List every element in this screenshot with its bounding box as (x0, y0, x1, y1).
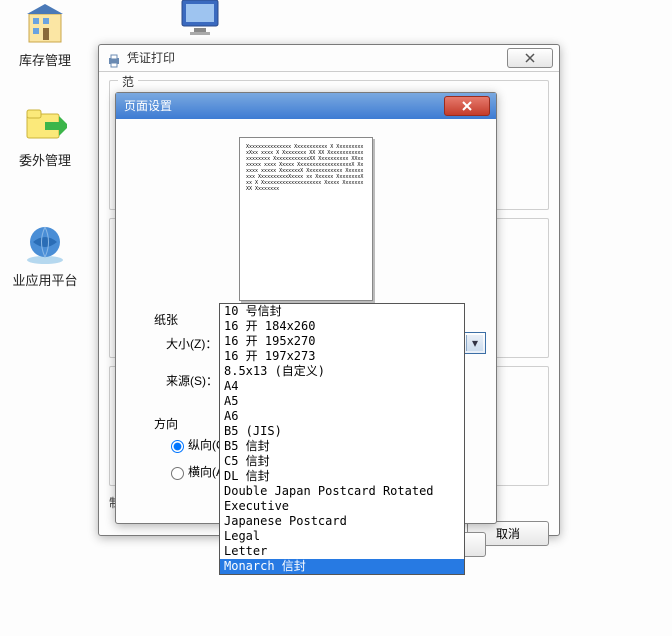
paper-size-option[interactable]: Executive (220, 499, 464, 514)
page-setup-close-button[interactable] (444, 96, 490, 116)
desktop-icon-monitor[interactable] (155, 0, 245, 44)
paper-size-option[interactable]: B5 信封 (220, 439, 464, 454)
close-icon (523, 53, 537, 63)
paper-size-option[interactable]: A5 (220, 394, 464, 409)
paper-size-option[interactable]: 16 开 184x260 (220, 319, 464, 334)
close-button[interactable] (507, 48, 553, 68)
paper-size-option[interactable]: Double Japan Postcard Rotated (220, 484, 464, 499)
paper-size-option[interactable]: Legal (220, 529, 464, 544)
paper-size-option[interactable]: Monarch 信封 (220, 559, 464, 574)
paper-size-option[interactable]: 10 号信封 (220, 304, 464, 319)
landscape-radio[interactable] (171, 467, 184, 480)
globe-icon (21, 220, 69, 268)
desktop-icon-label: 库存管理 (0, 50, 90, 69)
desktop-icon-outsourcing[interactable]: 委外管理 (0, 100, 90, 169)
voucher-print-titlebar[interactable]: 凭证打印 (99, 45, 559, 72)
paper-size-option[interactable]: 8.5x13 (自定义) (220, 364, 464, 379)
folder-arrow-icon (21, 100, 69, 148)
page-preview: Xxxxxxxxxxxxxxx Xxxxxxxxxxx X Xxxxxxxxxx… (239, 137, 373, 301)
portrait-radio[interactable] (171, 440, 184, 453)
print-icon (107, 51, 121, 65)
paper-size-option[interactable]: 16 开 195x270 (220, 334, 464, 349)
paper-size-option[interactable]: A6 (220, 409, 464, 424)
building-icon (21, 0, 69, 48)
voucher-print-title: 凭证打印 (127, 45, 175, 71)
monitor-icon (176, 0, 224, 42)
desktop-icon-label: 委外管理 (0, 150, 90, 169)
desktop-icon-platform[interactable]: 业应用平台 (0, 220, 90, 289)
paper-size-option[interactable]: 16 开 197x273 (220, 349, 464, 364)
desktop-icon-label: 业应用平台 (0, 270, 90, 289)
page-setup-titlebar[interactable]: 页面设置 (116, 93, 496, 119)
paper-size-option[interactable]: B5 (JIS) (220, 424, 464, 439)
paper-size-option[interactable]: Letter (220, 544, 464, 559)
paper-size-option[interactable]: Japanese Postcard (220, 514, 464, 529)
desktop-icon-inventory[interactable]: 库存管理 (0, 0, 90, 69)
close-icon (460, 101, 474, 111)
paper-size-option[interactable]: A4 (220, 379, 464, 394)
paper-size-dropdown[interactable]: 10 号信封16 开 184x26016 开 195x27016 开 197x2… (219, 303, 465, 575)
paper-size-option[interactable]: DL 信封 (220, 469, 464, 484)
chevron-down-icon: ▾ (466, 335, 483, 351)
paper-size-option[interactable]: C5 信封 (220, 454, 464, 469)
page-setup-title: 页面设置 (124, 93, 172, 119)
range-legend: 范 (118, 73, 138, 90)
